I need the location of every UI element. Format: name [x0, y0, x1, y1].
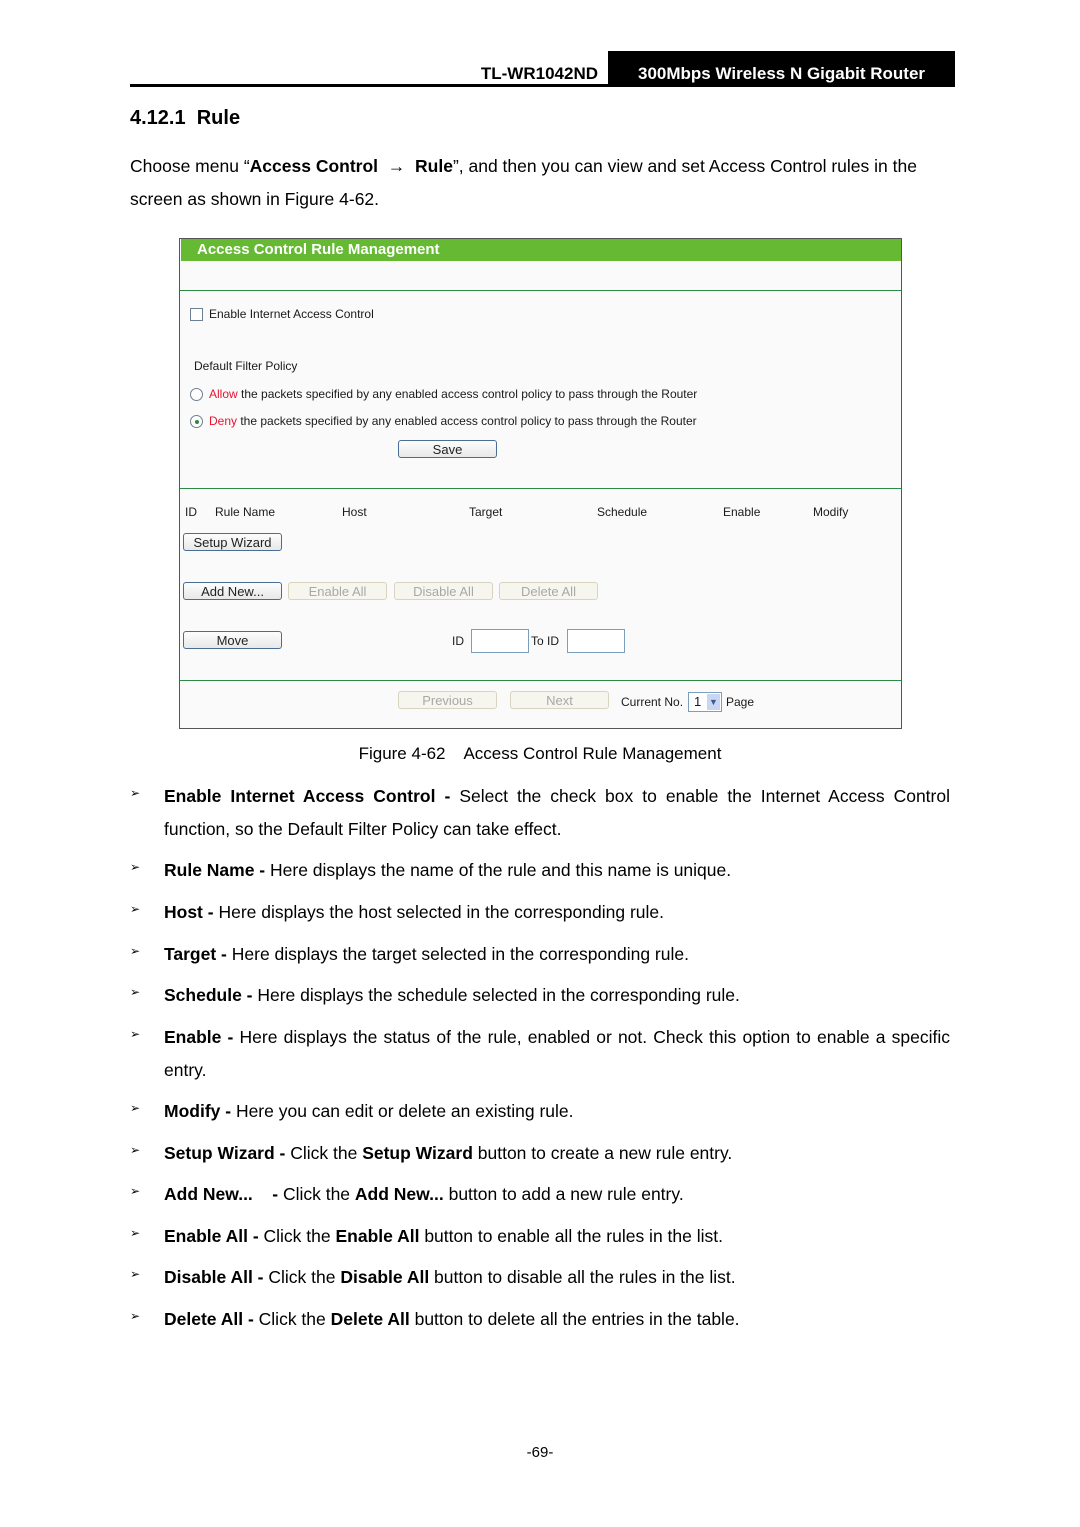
bullet-arrow-icon: ➢ — [130, 944, 141, 958]
move-id-label: ID — [452, 634, 464, 648]
save-button[interactable]: Save — [398, 440, 497, 458]
bullet-arrow-icon: ➢ — [130, 1027, 141, 1041]
move-id-input[interactable] — [471, 629, 529, 653]
bullet-text: Here displays the name of the rule and t… — [270, 860, 732, 880]
col-host: Host — [342, 505, 367, 519]
previous-button[interactable]: Previous — [398, 691, 497, 709]
enable-access-control-checkbox[interactable] — [190, 308, 203, 321]
bullet-inline-bold: Enable All — [335, 1226, 420, 1246]
bullet-text: button to delete all the entries in the … — [409, 1309, 740, 1329]
disable-all-button[interactable]: Disable All — [394, 582, 493, 600]
enable-all-button[interactable]: Enable All — [288, 582, 387, 600]
bullet-term: Enable - — [164, 1027, 240, 1047]
section-name: Rule — [196, 107, 241, 129]
access-control-rule-screenshot: Access Control Rule Management Enable In… — [179, 238, 902, 729]
bullet-term: Enable All - — [164, 1226, 264, 1246]
bullet-arrow-icon: ➢ — [130, 1226, 141, 1240]
bullet-inline-bold: Add New... — [354, 1184, 444, 1204]
bullet-term: Schedule - — [164, 985, 258, 1005]
to-id-input[interactable] — [567, 629, 625, 653]
bullet-term: Rule Name - — [164, 860, 270, 880]
page-label: Page — [726, 695, 755, 709]
header-product: 300Mbps Wireless N Gigabit Router — [608, 51, 955, 87]
default-filter-policy-label: Default Filter Policy — [194, 359, 298, 373]
bullet-term: Modify - — [164, 1101, 236, 1121]
deny-text: the packets specified by any enabled acc… — [237, 414, 697, 428]
col-schedule: Schedule — [597, 505, 648, 519]
current-page-label: Current No. — [621, 695, 684, 709]
bullet-text: button to add a new rule entry. — [443, 1184, 684, 1204]
bullet-arrow-icon: ➢ — [130, 1267, 141, 1281]
bullet-inline-bold: Disable All — [340, 1267, 430, 1287]
bullet-arrow-icon: ➢ — [130, 902, 141, 916]
page-number: -69- — [526, 1444, 554, 1461]
bullet-inline-bold: Setup Wizard — [362, 1143, 473, 1163]
col-target: Target — [469, 505, 503, 519]
section-number: 4.12.1 — [130, 107, 186, 129]
move-button[interactable]: Move — [183, 631, 282, 649]
bullet-arrow-icon: ➢ — [130, 860, 141, 874]
bullet-term: Host - — [164, 902, 219, 922]
allow-keyword: Allow — [209, 387, 238, 401]
bullet-text: Here displays the target selected in the… — [231, 944, 689, 964]
enable-access-control-label: Enable Internet Access Control — [209, 307, 374, 321]
bullet-text: Here you can edit or delete an existing … — [235, 1101, 574, 1121]
divider — [180, 290, 901, 291]
bullet-text: button to enable all the rules in the li… — [419, 1226, 723, 1246]
divider — [180, 488, 901, 489]
bullet-term: Enable Internet Access Control - — [164, 786, 460, 806]
bullet-text: Click the — [290, 1143, 363, 1163]
menu-path-access-control: Access Control — [249, 156, 379, 176]
setup-wizard-button[interactable]: Setup Wizard — [183, 533, 282, 551]
bullet-term: Disable All - — [164, 1267, 269, 1287]
bullet-text: Here displays the host selected in the c… — [218, 902, 664, 922]
allow-text: the packets specified by any enabled acc… — [237, 387, 698, 401]
bullet-arrow-icon: ➢ — [130, 985, 141, 999]
chevron-down-icon[interactable]: ▼ — [707, 694, 720, 710]
header-model: TL-WR1042ND — [480, 64, 598, 83]
deny-keyword: Deny — [209, 414, 238, 428]
menu-path-rule: Rule — [415, 156, 453, 176]
allow-radio[interactable] — [190, 388, 203, 401]
figure-caption: Figure 4-62 Access Control Rule Manageme… — [358, 744, 722, 763]
bullet-arrow-icon: ➢ — [130, 1184, 141, 1198]
panel-title: Access Control Rule Management — [181, 239, 901, 261]
col-id: ID — [185, 505, 197, 519]
delete-all-button[interactable]: Delete All — [499, 582, 598, 600]
bullet-text: Click the — [268, 1267, 341, 1287]
bullet-term: Setup Wizard - — [164, 1143, 291, 1163]
deny-radio[interactable] — [190, 415, 203, 428]
section-title: 4.12.1 Rule — [130, 107, 240, 130]
bullet-term: Target - — [164, 944, 232, 964]
bullet-text: Here displays the status of the rule, en… — [164, 1027, 950, 1080]
next-button[interactable]: Next — [510, 691, 609, 709]
page-select-value: 1 — [694, 694, 702, 709]
intro-paragraph: Choose menu “Access Control → Rule”, and… — [130, 150, 950, 216]
bullet-arrow-icon: ➢ — [130, 1101, 141, 1115]
divider — [180, 680, 901, 681]
bullet-term: Add New... - — [164, 1184, 283, 1204]
bullet-term: Delete All - — [164, 1309, 259, 1329]
bullet-text: Click the — [282, 1184, 355, 1204]
col-rule-name: Rule Name — [215, 505, 276, 519]
col-modify: Modify — [813, 505, 849, 519]
col-enable: Enable — [723, 505, 761, 519]
bullet-text: Click the — [258, 1309, 331, 1329]
bullet-text: button to create a new rule entry. — [472, 1143, 733, 1163]
bullet-arrow-icon: ➢ — [130, 1143, 141, 1157]
bullet-inline-bold: Delete All — [330, 1309, 410, 1329]
bullet-text: Click the — [263, 1226, 336, 1246]
bullet-arrow-icon: ➢ — [130, 786, 141, 800]
allow-option-label: Allow the packets specified by any enabl… — [209, 387, 697, 401]
page-select[interactable]: 1 ▼ — [688, 692, 722, 712]
bullet-arrow-icon: ➢ — [130, 1309, 141, 1323]
add-new-button[interactable]: Add New... — [183, 582, 282, 600]
arrow-icon: → — [387, 156, 406, 176]
bullet-text: Here displays the schedule selected in t… — [257, 985, 740, 1005]
page-header: TL-WR1042ND 300Mbps Wireless N Gigabit R… — [130, 51, 955, 87]
intro-prefix: Choose menu “ — [130, 156, 250, 176]
bullet-text: button to disable all the rules in the l… — [429, 1267, 736, 1287]
deny-option-label: Deny the packets specified by any enable… — [209, 414, 697, 428]
to-id-label: To ID — [531, 634, 560, 648]
